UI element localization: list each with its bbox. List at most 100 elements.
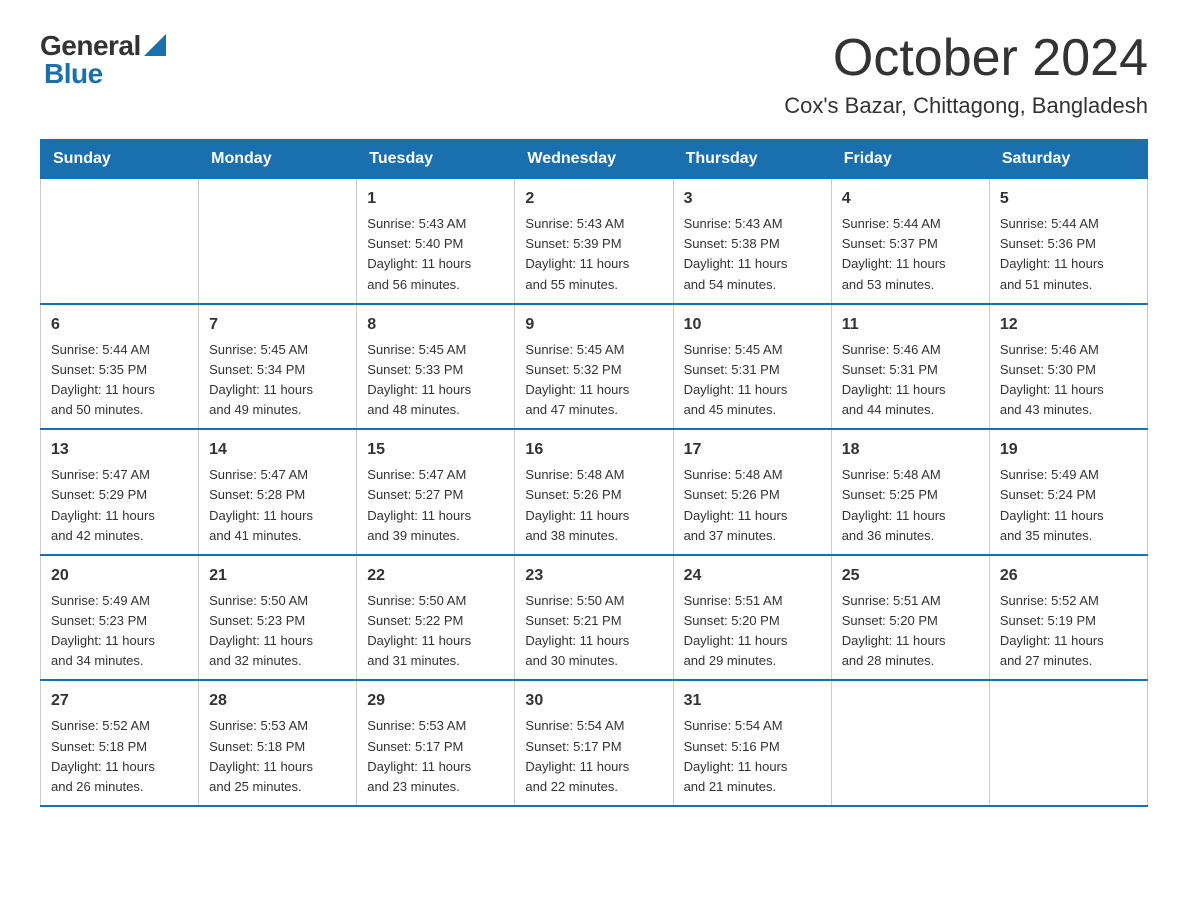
day-number: 14 [209,438,346,462]
day-number: 17 [684,438,821,462]
day-number: 22 [367,564,504,588]
calendar-cell-4-1: 28 Sunrise: 5:53 AM Sunset: 5:18 PM Dayli… [199,680,357,806]
logo-blue-text: Blue [44,58,103,90]
weekday-header-saturday: Saturday [989,140,1147,179]
calendar-cell-4-2: 29 Sunrise: 5:53 AM Sunset: 5:17 PM Dayli… [357,680,515,806]
week-row-5: 27 Sunrise: 5:52 AM Sunset: 5:18 PM Dayli… [41,680,1148,806]
week-row-3: 13 Sunrise: 5:47 AM Sunset: 5:29 PM Dayli… [41,429,1148,555]
day-info: Sunrise: 5:45 AM Sunset: 5:33 PM Dayligh… [367,340,504,421]
day-number: 9 [525,313,662,337]
day-info: Sunrise: 5:46 AM Sunset: 5:31 PM Dayligh… [842,340,979,421]
calendar-cell-0-2: 1Sunrise: 5:43 AM Sunset: 5:40 PM Daylig… [357,179,515,304]
calendar-subtitle: Cox's Bazar, Chittagong, Bangladesh [784,93,1148,119]
calendar-cell-2-1: 14Sunrise: 5:47 AM Sunset: 5:28 PM Dayli… [199,429,357,555]
day-info: Sunrise: 5:51 AM Sunset: 5:20 PM Dayligh… [842,591,979,672]
day-number: 18 [842,438,979,462]
weekday-header-sunday: Sunday [41,140,199,179]
calendar-cell-0-6: 5 Sunrise: 5:44 AM Sunset: 5:36 PM Daylig… [989,179,1147,304]
weekday-header-monday: Monday [199,140,357,179]
day-info: Sunrise: 5:53 AM Sunset: 5:18 PM Dayligh… [209,716,346,797]
day-number: 11 [842,313,979,337]
day-number: 16 [525,438,662,462]
day-info: Sunrise: 5:52 AM Sunset: 5:18 PM Dayligh… [51,716,188,797]
calendar-cell-2-3: 16 Sunrise: 5:48 AM Sunset: 5:26 PM Dayli… [515,429,673,555]
day-info: Sunrise: 5:43 AM Sunset: 5:38 PM Dayligh… [684,214,821,295]
day-number: 5 [1000,187,1137,211]
day-info: Sunrise: 5:48 AM Sunset: 5:26 PM Dayligh… [684,465,821,546]
calendar-cell-1-4: 10Sunrise: 5:45 AM Sunset: 5:31 PM Dayli… [673,304,831,430]
day-info: Sunrise: 5:53 AM Sunset: 5:17 PM Dayligh… [367,716,504,797]
calendar-cell-2-2: 15 Sunrise: 5:47 AM Sunset: 5:27 PM Dayli… [357,429,515,555]
day-number: 26 [1000,564,1137,588]
day-number: 31 [684,689,821,713]
calendar-cell-2-5: 18 Sunrise: 5:48 AM Sunset: 5:25 PM Dayli… [831,429,989,555]
day-number: 28 [209,689,346,713]
day-info: Sunrise: 5:54 AM Sunset: 5:17 PM Dayligh… [525,716,662,797]
day-number: 8 [367,313,504,337]
calendar-cell-3-1: 21 Sunrise: 5:50 AM Sunset: 5:23 PM Dayli… [199,555,357,681]
day-info: Sunrise: 5:44 AM Sunset: 5:37 PM Dayligh… [842,214,979,295]
calendar-cell-2-4: 17 Sunrise: 5:48 AM Sunset: 5:26 PM Dayli… [673,429,831,555]
day-info: Sunrise: 5:49 AM Sunset: 5:24 PM Dayligh… [1000,465,1137,546]
week-row-1: 1Sunrise: 5:43 AM Sunset: 5:40 PM Daylig… [41,179,1148,304]
calendar-cell-4-4: 31 Sunrise: 5:54 AM Sunset: 5:16 PM Dayli… [673,680,831,806]
day-number: 2 [525,187,662,211]
page-header: General Blue October 2024 Cox's Bazar, C… [40,30,1148,119]
calendar-cell-3-0: 20Sunrise: 5:49 AM Sunset: 5:23 PM Dayli… [41,555,199,681]
calendar-table: SundayMondayTuesdayWednesdayThursdayFrid… [40,139,1148,807]
day-info: Sunrise: 5:50 AM Sunset: 5:23 PM Dayligh… [209,591,346,672]
day-info: Sunrise: 5:43 AM Sunset: 5:39 PM Dayligh… [525,214,662,295]
calendar-cell-0-5: 4 Sunrise: 5:44 AM Sunset: 5:37 PM Daylig… [831,179,989,304]
day-number: 12 [1000,313,1137,337]
calendar-cell-1-0: 6 Sunrise: 5:44 AM Sunset: 5:35 PM Daylig… [41,304,199,430]
weekday-header-tuesday: Tuesday [357,140,515,179]
day-info: Sunrise: 5:46 AM Sunset: 5:30 PM Dayligh… [1000,340,1137,421]
day-number: 13 [51,438,188,462]
calendar-cell-4-0: 27 Sunrise: 5:52 AM Sunset: 5:18 PM Dayli… [41,680,199,806]
day-number: 3 [684,187,821,211]
day-number: 21 [209,564,346,588]
calendar-cell-2-6: 19 Sunrise: 5:49 AM Sunset: 5:24 PM Dayli… [989,429,1147,555]
day-info: Sunrise: 5:48 AM Sunset: 5:25 PM Dayligh… [842,465,979,546]
day-number: 4 [842,187,979,211]
calendar-cell-3-2: 22 Sunrise: 5:50 AM Sunset: 5:22 PM Dayli… [357,555,515,681]
day-info: Sunrise: 5:45 AM Sunset: 5:31 PM Dayligh… [684,340,821,421]
day-info: Sunrise: 5:54 AM Sunset: 5:16 PM Dayligh… [684,716,821,797]
day-info: Sunrise: 5:47 AM Sunset: 5:27 PM Dayligh… [367,465,504,546]
logo: General Blue [40,30,166,90]
day-number: 6 [51,313,188,337]
day-number: 20 [51,564,188,588]
day-info: Sunrise: 5:47 AM Sunset: 5:29 PM Dayligh… [51,465,188,546]
calendar-cell-3-4: 24 Sunrise: 5:51 AM Sunset: 5:20 PM Dayli… [673,555,831,681]
calendar-cell-1-3: 9Sunrise: 5:45 AM Sunset: 5:32 PM Daylig… [515,304,673,430]
day-number: 27 [51,689,188,713]
day-number: 1 [367,187,504,211]
weekday-header-wednesday: Wednesday [515,140,673,179]
day-info: Sunrise: 5:44 AM Sunset: 5:36 PM Dayligh… [1000,214,1137,295]
calendar-cell-4-5 [831,680,989,806]
logo-triangle-icon [144,34,166,56]
day-number: 23 [525,564,662,588]
calendar-cell-3-3: 23 Sunrise: 5:50 AM Sunset: 5:21 PM Dayli… [515,555,673,681]
day-number: 24 [684,564,821,588]
day-number: 7 [209,313,346,337]
day-info: Sunrise: 5:51 AM Sunset: 5:20 PM Dayligh… [684,591,821,672]
day-info: Sunrise: 5:48 AM Sunset: 5:26 PM Dayligh… [525,465,662,546]
day-info: Sunrise: 5:45 AM Sunset: 5:34 PM Dayligh… [209,340,346,421]
day-number: 25 [842,564,979,588]
day-info: Sunrise: 5:50 AM Sunset: 5:21 PM Dayligh… [525,591,662,672]
day-info: Sunrise: 5:44 AM Sunset: 5:35 PM Dayligh… [51,340,188,421]
calendar-cell-0-1 [199,179,357,304]
day-number: 15 [367,438,504,462]
week-row-4: 20Sunrise: 5:49 AM Sunset: 5:23 PM Dayli… [41,555,1148,681]
day-number: 19 [1000,438,1137,462]
calendar-cell-1-5: 11 Sunrise: 5:46 AM Sunset: 5:31 PM Dayli… [831,304,989,430]
week-row-2: 6 Sunrise: 5:44 AM Sunset: 5:35 PM Daylig… [41,304,1148,430]
day-info: Sunrise: 5:50 AM Sunset: 5:22 PM Dayligh… [367,591,504,672]
day-number: 29 [367,689,504,713]
calendar-cell-2-0: 13 Sunrise: 5:47 AM Sunset: 5:29 PM Dayli… [41,429,199,555]
title-section: October 2024 Cox's Bazar, Chittagong, Ba… [784,30,1148,119]
calendar-cell-3-6: 26Sunrise: 5:52 AM Sunset: 5:19 PM Dayli… [989,555,1147,681]
calendar-cell-4-6 [989,680,1147,806]
weekday-header-row: SundayMondayTuesdayWednesdayThursdayFrid… [41,140,1148,179]
